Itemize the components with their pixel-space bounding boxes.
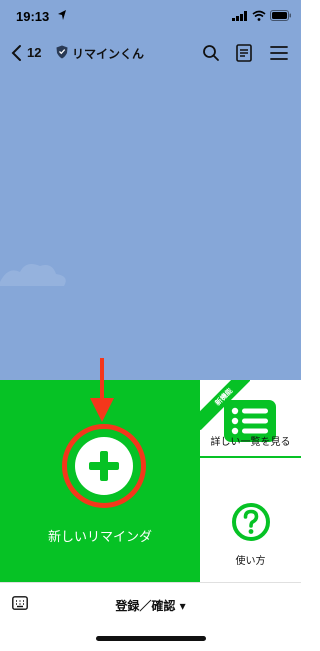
location-arrow-icon: [58, 10, 66, 20]
new-feature-badge: 新機能: [200, 380, 250, 430]
help-icon: [232, 503, 270, 541]
menu-icon[interactable]: [270, 45, 288, 61]
plus-icon: [75, 437, 133, 495]
rich-menu: 新しいリマインダ 詳しい一覧を見る 新機能 使い方: [0, 380, 301, 582]
how-to-use-label: 使い方: [235, 556, 266, 567]
detail-list-label: 詳しい一覧を見る: [210, 437, 291, 448]
chat-header: 12 リマインくん: [0, 36, 301, 70]
signal-icon: [232, 11, 247, 21]
new-reminder-label: 新しいリマインダ: [47, 530, 152, 545]
back-unread-count[interactable]: 12: [27, 45, 41, 60]
status-time: 19:13: [16, 9, 50, 24]
how-to-use-button[interactable]: 使い方: [200, 460, 301, 582]
home-indicator: [96, 636, 206, 641]
battery-icon: [270, 10, 291, 21]
annotation-arrow-icon: [90, 358, 114, 422]
highlight-circle: [62, 424, 146, 508]
status-bar: 19:13: [0, 0, 301, 32]
back-chevron-icon[interactable]: [10, 44, 22, 62]
search-icon[interactable]: [202, 44, 220, 62]
bottom-bar: 登録／確認 ▾: [0, 582, 301, 651]
menu-toggle-button[interactable]: 登録／確認 ▾: [0, 597, 301, 614]
cloud-decoration: [0, 264, 66, 286]
new-feature-ribbon: 新機能: [200, 380, 250, 430]
wifi-icon: [252, 10, 266, 21]
chat-title: リマインくん: [72, 47, 145, 61]
shield-icon: [56, 45, 68, 59]
notes-icon[interactable]: [236, 44, 252, 62]
